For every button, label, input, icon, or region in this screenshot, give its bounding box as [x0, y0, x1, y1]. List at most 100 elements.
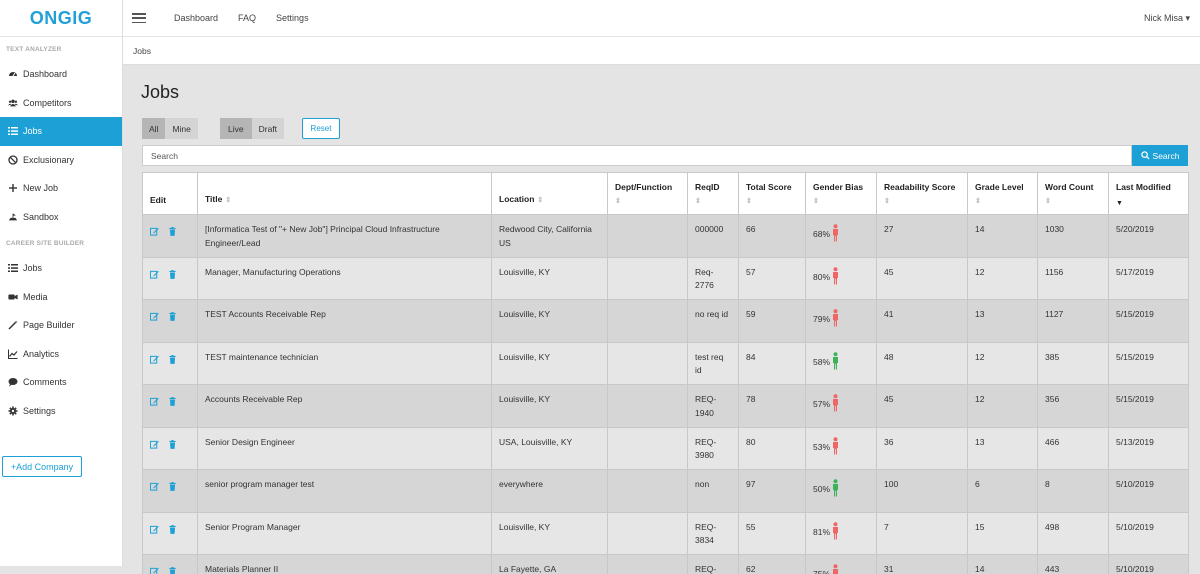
sidebar-item-career-media[interactable]: Media: [0, 283, 122, 312]
sidebar-item-career-analytics[interactable]: Analytics: [0, 340, 122, 369]
edit-icon[interactable]: [149, 355, 159, 369]
title-cell[interactable]: [Informatica Test of "+ New Job"] Princi…: [197, 214, 492, 258]
col-location[interactable]: Location ⇕: [491, 172, 608, 215]
sidebar-item-career-page-builder[interactable]: Page Builder: [0, 311, 122, 340]
readability-cell: 31: [876, 554, 968, 574]
trash-icon[interactable]: [168, 354, 177, 369]
filter-draft-button[interactable]: Draft: [251, 118, 285, 139]
table-row[interactable]: Senior Program Manager Louisville, KY REQ-…: [142, 511, 1189, 555]
edit-icon[interactable]: [149, 482, 159, 496]
edit-icon[interactable]: [149, 397, 159, 411]
sidebar-item-career-jobs[interactable]: Jobs: [0, 254, 122, 283]
sidebar-item-jobs[interactable]: Jobs: [0, 117, 122, 146]
sidebar-item-competitors[interactable]: Competitors: [0, 89, 122, 118]
nav-link-settings[interactable]: Settings: [276, 13, 309, 23]
edit-icon[interactable]: [149, 270, 159, 284]
col-readability[interactable]: Readability Score ⇕: [876, 172, 968, 215]
col-title[interactable]: Title ⇕: [197, 172, 492, 215]
location-cell: Louisville, KY: [491, 256, 608, 300]
sort-icon: ⇕: [225, 196, 232, 204]
trash-icon[interactable]: [168, 567, 177, 574]
plus-icon: [7, 182, 19, 194]
table-row[interactable]: Accounts Receivable Rep Louisville, KY REQ…: [142, 384, 1189, 428]
filter-mine-button[interactable]: Mine: [165, 118, 198, 139]
trash-icon[interactable]: [168, 397, 177, 411]
edit-icon[interactable]: [149, 567, 159, 574]
sort-icon: ⇕: [746, 197, 752, 205]
person-icon: [832, 564, 839, 574]
table-row[interactable]: TEST Accounts Receivable Rep Louisville, …: [142, 299, 1189, 343]
edit-icon[interactable]: [149, 312, 159, 326]
trash-icon[interactable]: [168, 269, 177, 284]
grade-level-cell: 14: [967, 214, 1038, 258]
add-company-button[interactable]: +Add Company: [2, 456, 82, 477]
word-count-cell: 385: [1037, 341, 1109, 385]
title-cell[interactable]: Senior Program Manager: [197, 511, 492, 555]
comment-icon: [7, 376, 19, 388]
sidebar-item-label: Sandbox: [23, 211, 59, 222]
title-cell[interactable]: senior program manager test: [197, 469, 492, 513]
grade-level-cell: 13: [967, 299, 1038, 343]
readability-cell: 27: [876, 214, 968, 258]
title-cell[interactable]: Manager, Manufacturing Operations: [197, 256, 492, 300]
nav-link-dashboard[interactable]: Dashboard: [174, 13, 218, 23]
title-cell[interactable]: Materials Planner II: [197, 554, 492, 574]
title-cell[interactable]: TEST Accounts Receivable Rep: [197, 299, 492, 343]
list-icon: [7, 262, 19, 274]
total-score-cell: 84: [738, 341, 806, 385]
reset-button[interactable]: Reset: [302, 118, 340, 139]
nav-link-faq[interactable]: FAQ: [238, 13, 256, 23]
sidebar-item-new-job[interactable]: New Job: [0, 174, 122, 203]
filter-all-button[interactable]: All: [142, 118, 166, 139]
page-title: Jobs: [141, 82, 180, 102]
person-icon: [832, 479, 839, 502]
edit-cell: [142, 299, 198, 343]
trash-icon[interactable]: [168, 524, 177, 539]
sidebar-item-sandbox[interactable]: Sandbox: [0, 203, 122, 232]
sidebar-item-exclusionary[interactable]: Exclusionary: [0, 146, 122, 175]
user-menu[interactable]: Nick Misa ▾: [1144, 13, 1190, 24]
table-row[interactable]: senior program manager test everywhere non…: [142, 469, 1189, 513]
title-cell[interactable]: Accounts Receivable Rep: [197, 384, 492, 428]
table-row[interactable]: Materials Planner IILa Fayette, GA REQ-38…: [142, 554, 1189, 574]
word-count-cell: 466: [1037, 426, 1109, 470]
trash-icon[interactable]: [168, 227, 177, 241]
col-reqid[interactable]: ReqID ⇕: [687, 172, 739, 215]
reqid-cell: Req-2776: [687, 256, 739, 300]
edit-cell: [142, 426, 198, 470]
filter-live-button[interactable]: Live: [220, 118, 252, 139]
trash-icon[interactable]: [168, 312, 177, 326]
edit-icon[interactable]: [149, 227, 159, 241]
reqid-cell: REQ-1940: [687, 384, 739, 428]
table-row[interactable]: Manager, Manufacturing Operations Louisvi…: [142, 256, 1189, 300]
table-row[interactable]: Senior Design Engineer USA, Louisville, K…: [142, 426, 1189, 470]
menu-toggle-icon[interactable]: [132, 11, 146, 25]
table-row[interactable]: [Informatica Test of "+ New Job"] Princi…: [142, 214, 1189, 258]
col-word-count[interactable]: Word Count ⇕: [1037, 172, 1109, 215]
logo[interactable]: ONGIG: [0, 0, 122, 37]
breadcrumb-item[interactable]: Jobs: [133, 46, 151, 56]
title-cell[interactable]: Senior Design Engineer: [197, 426, 492, 470]
col-dept[interactable]: Dept/Function ⇕: [607, 172, 688, 215]
dept-cell: [607, 341, 688, 385]
trash-icon[interactable]: [168, 482, 177, 496]
sidebar-item-career-comments[interactable]: Comments: [0, 368, 122, 397]
edit-icon[interactable]: [149, 440, 159, 454]
dept-cell: [607, 214, 688, 258]
search-button[interactable]: Search: [1132, 145, 1188, 166]
dashboard-icon: [7, 68, 19, 80]
search-input[interactable]: [142, 145, 1132, 166]
table-row[interactable]: TEST maintenance technician Louisville, K…: [142, 341, 1189, 385]
sidebar-item-career-settings[interactable]: Settings: [0, 397, 122, 426]
col-total-score[interactable]: Total Score ⇕: [738, 172, 806, 215]
edit-icon[interactable]: [149, 525, 159, 539]
trash-icon[interactable]: [168, 439, 177, 454]
col-grade-level[interactable]: Grade Level ⇕: [967, 172, 1038, 215]
users-icon: [7, 97, 19, 109]
col-gender-bias[interactable]: Gender Bias ⇕: [805, 172, 877, 215]
sandbox-icon: [7, 211, 19, 223]
col-last-modified[interactable]: Last Modified ▼: [1108, 172, 1189, 215]
sidebar-item-dashboard[interactable]: Dashboard: [0, 60, 122, 89]
title-cell[interactable]: TEST maintenance technician: [197, 341, 492, 385]
total-score-cell: 57: [738, 256, 806, 300]
